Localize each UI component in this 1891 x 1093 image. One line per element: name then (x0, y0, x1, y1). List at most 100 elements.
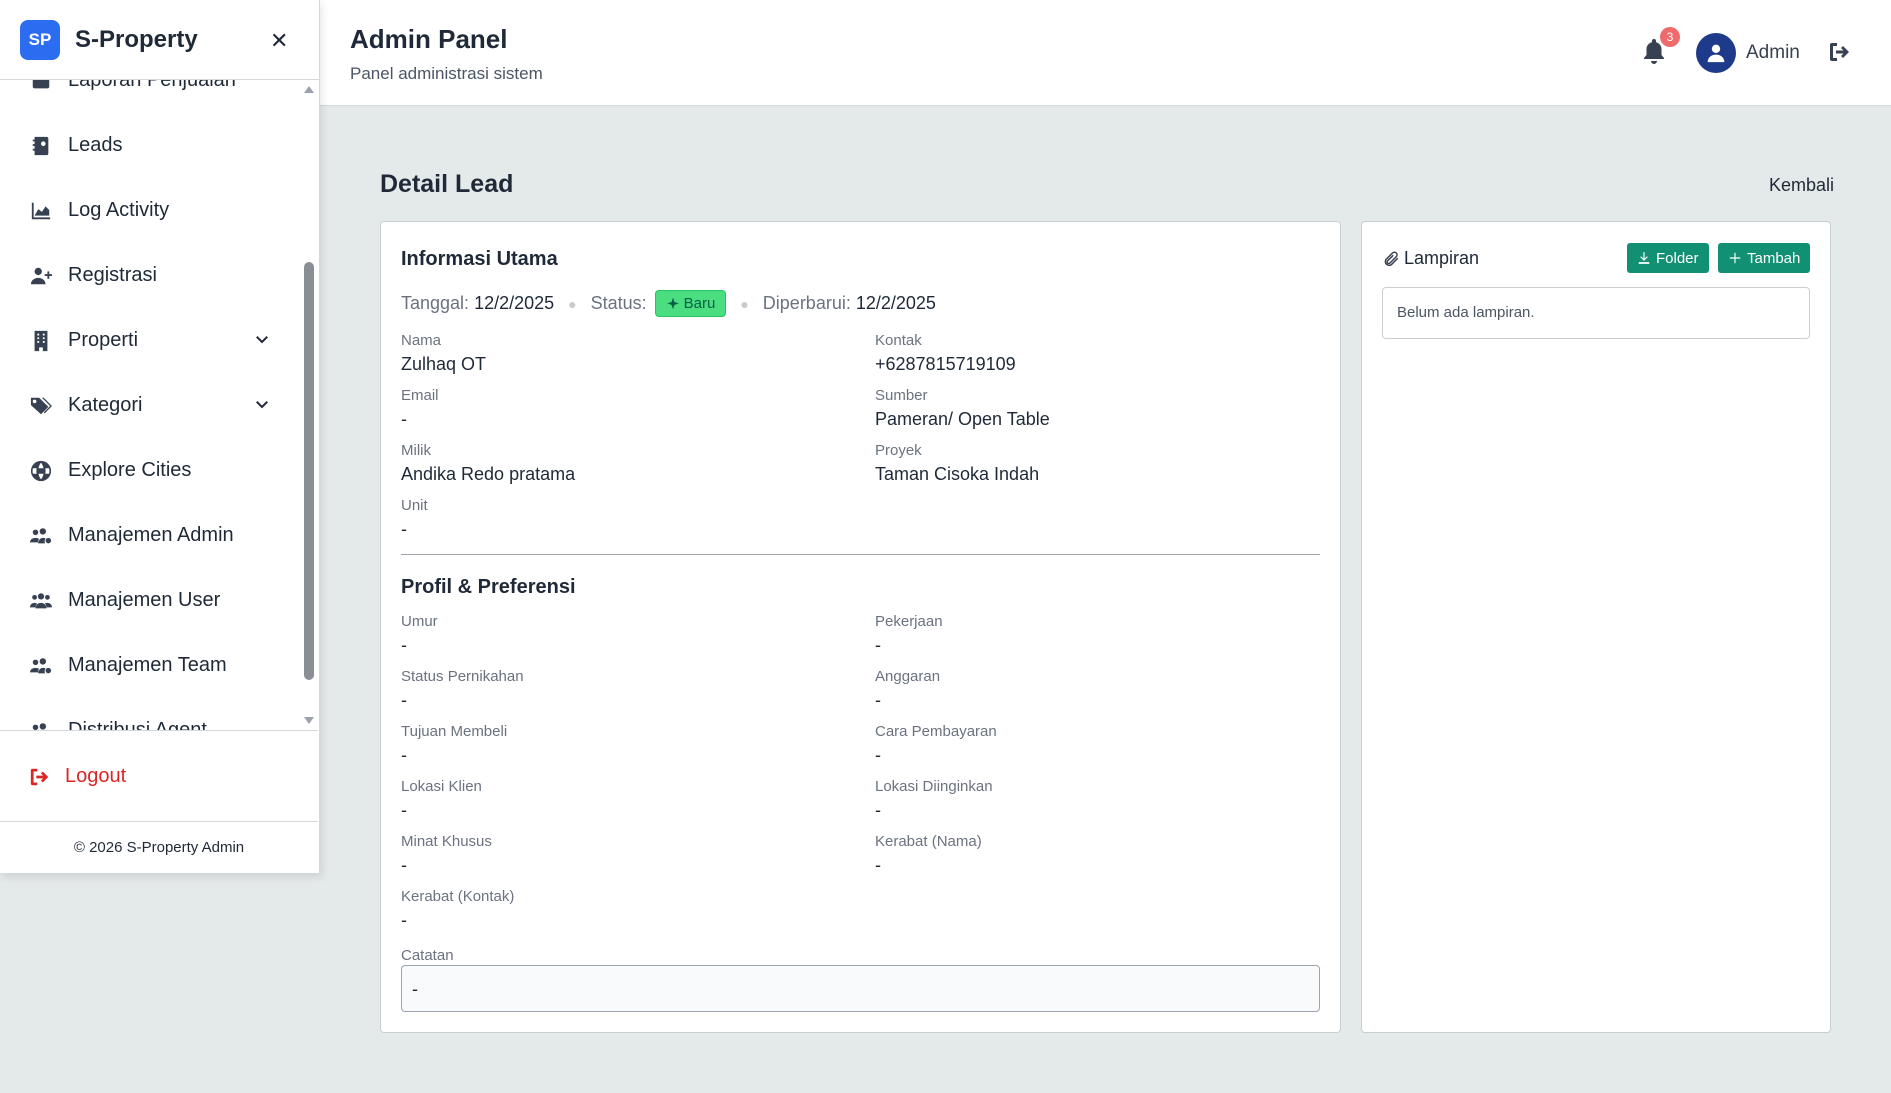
field-value: - (875, 690, 881, 710)
field-label: Email (401, 387, 439, 404)
field-status-pernikahan: Status Pernikahan - (401, 668, 524, 712)
attachments-title: Lampiran (1382, 248, 1479, 269)
field-catatan: Catatan (401, 947, 454, 965)
field-label: Status Pernikahan (401, 668, 524, 685)
chart-area-icon (29, 199, 53, 223)
field-label: Tujuan Membeli (401, 723, 508, 740)
notes-field: - (401, 965, 1320, 1012)
field-sumber: Sumber Pameran/ Open Table (875, 387, 1050, 431)
sidebar-item-kategori[interactable]: Kategori (0, 373, 300, 438)
users-icon (29, 589, 53, 613)
add-attachment-button[interactable]: Tambah (1718, 243, 1811, 273)
detail-title: Detail Lead (380, 170, 514, 198)
field-value: Zulhaq OT (401, 354, 487, 374)
field-value: Andika Redo pratama (401, 464, 576, 484)
notification-count-badge: 3 (1660, 27, 1680, 47)
logout-icon (30, 768, 49, 785)
updated-value: 12/2/2025 (855, 293, 936, 313)
field-value: - (875, 745, 881, 765)
field-value: - (401, 690, 407, 710)
sidebar-item-properti[interactable]: Properti (0, 308, 300, 373)
scroll-up-arrow-icon[interactable] (304, 86, 314, 93)
field-label: Kontak (875, 332, 922, 349)
field-value: - (401, 635, 407, 655)
status-badge: Baru (654, 290, 727, 317)
field-label: Cara Pembayaran (875, 723, 997, 740)
field-anggaran: Anggaran - (875, 668, 940, 712)
field-tujuan-membeli: Tujuan Membeli - (401, 723, 507, 767)
field-value: - (401, 855, 407, 875)
section-title-informasi-utama: Informasi Utama (401, 248, 558, 270)
chevron-down-icon[interactable] (253, 330, 271, 348)
field-label: Anggaran (875, 668, 941, 685)
folder-button-label: Folder (1656, 249, 1699, 267)
page-title: Admin Panel (350, 24, 508, 54)
avatar[interactable] (1696, 33, 1736, 73)
back-button[interactable]: Kembali (1769, 175, 1834, 196)
attachments-card: Lampiran Folder Tambah Belum ada lampira… (1361, 221, 1831, 1033)
field-lokasi-diinginkan: Lokasi Diinginkan - (875, 778, 993, 822)
user-icon (1707, 44, 1725, 63)
scroll-down-arrow-icon[interactable] (304, 717, 314, 724)
field-value: - (401, 800, 407, 820)
chevron-down-icon[interactable] (253, 395, 271, 413)
plus-icon (1729, 252, 1741, 264)
field-value: - (401, 745, 407, 765)
sidebar-copyright: © 2026 S-Property Admin (73, 839, 245, 856)
field-label: Sumber (875, 387, 928, 404)
sidebar-item-manajemen-team[interactable]: Manajemen Team (0, 633, 300, 698)
field-email: Email - (401, 387, 439, 431)
sidebar-item-distribusi-agent[interactable]: Distribusi Agent (0, 698, 300, 731)
field-lokasi-klien: Lokasi Klien - (401, 778, 482, 822)
sidebar-item-manajemen-user[interactable]: Manajemen User (0, 568, 300, 633)
users-gear-icon (29, 524, 53, 548)
user-name[interactable]: Admin (1746, 42, 1800, 64)
brand-logo[interactable]: SP (20, 19, 60, 60)
sidebar-item-laporan-penjualan[interactable]: Laporan Penjualan (0, 80, 300, 113)
add-button-label: Tambah (1747, 249, 1801, 267)
building-icon (29, 329, 53, 353)
date-value: 12/2/2025 (474, 293, 555, 313)
lead-detail-card: Informasi Utama Tanggal: 12/2/2025 ● Sta… (380, 221, 1341, 1033)
header-logout-icon[interactable] (1828, 40, 1852, 64)
field-label: Lokasi Klien (401, 778, 482, 795)
field-proyek: Proyek Taman Cisoka Indah (875, 442, 1039, 486)
sidebar-item-label: Log Activity (68, 199, 170, 221)
field-label: Kerabat (Kontak) (401, 888, 515, 905)
close-sidebar-icon[interactable]: ✕ (270, 28, 288, 54)
sidebar-item-manajemen-admin[interactable]: Manajemen Admin (0, 503, 300, 568)
users-gear-icon (29, 719, 53, 731)
sidebar-item-label: Kategori (68, 394, 143, 416)
sidebar-logout-button[interactable]: Logout (0, 732, 318, 822)
date-label: Tanggal: (401, 293, 470, 313)
field-label: Pekerjaan (875, 613, 943, 630)
sidebar-item-leads[interactable]: Leads (0, 113, 300, 178)
scrollbar-thumb[interactable] (304, 262, 314, 680)
field-unit: Unit - (401, 497, 428, 541)
field-value: Taman Cisoka Indah (875, 464, 1040, 484)
field-label: Nama (401, 332, 442, 349)
sidebar-item-explore-cities[interactable]: Explore Cities (0, 438, 300, 503)
field-umur: Umur - (401, 613, 438, 657)
folder-button[interactable]: Folder (1627, 243, 1709, 273)
sparkle-icon (666, 297, 679, 309)
field-kontak: Kontak +6287815719109 (875, 332, 1016, 376)
sidebar-item-label: Manajemen Admin (68, 524, 234, 546)
sidebar-item-label: Distribusi Agent (68, 719, 207, 731)
field-kerabat-kontak: Kerabat (Kontak) - (401, 888, 514, 932)
sidebar-scrollbar[interactable] (302, 84, 316, 726)
sidebar-item-label: Explore Cities (68, 459, 192, 481)
field-label: Catatan (401, 947, 454, 964)
sidebar-item-log-activity[interactable]: Log Activity (0, 178, 300, 243)
status-badge-text: Baru (683, 295, 716, 312)
sidebar-item-label: Registrasi (68, 264, 157, 286)
field-value: +6287815719109 (875, 354, 1016, 374)
field-value: - (875, 855, 881, 875)
sidebar-nav: Laporan Penjualan Leads Log Activity Reg… (0, 80, 318, 731)
field-label: Umur (401, 613, 438, 630)
attachments-empty-state: Belum ada lampiran. (1382, 287, 1810, 339)
field-label: Lokasi Diinginkan (875, 778, 993, 795)
sidebar-item-registrasi[interactable]: Registrasi (0, 243, 300, 308)
brand-name: S-Property (75, 25, 198, 53)
field-cara-pembayaran: Cara Pembayaran - (875, 723, 997, 767)
